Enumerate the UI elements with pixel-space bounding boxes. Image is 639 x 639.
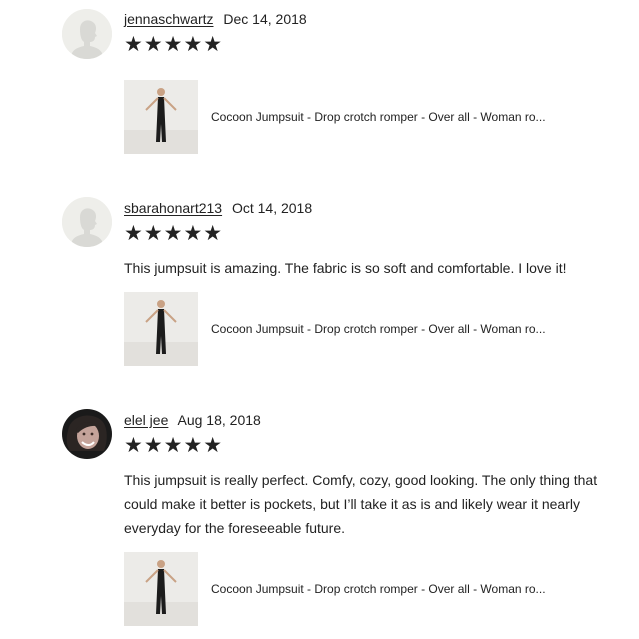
review-date: Aug 18, 2018 [177,412,261,428]
review-date: Dec 14, 2018 [223,11,307,27]
product-title-link[interactable]: Cocoon Jumpsuit - Drop crotch romper - O… [211,581,581,597]
user-photo-icon [62,409,112,459]
star-rating: ★★★★★ [124,434,224,457]
product-photo-icon [124,552,198,626]
avatar[interactable] [62,409,112,459]
product-thumbnail[interactable] [124,292,198,366]
review-meta: sbarahonart213 Oct 14, 2018 [124,199,312,217]
user-silhouette-icon [62,197,112,247]
reviewer-username[interactable]: jennaschwartz [124,11,214,27]
review-text: This jumpsuit is amazing. The fabric is … [124,260,567,276]
star-rating: ★★★★★ [124,33,224,56]
product-photo-icon [124,292,198,366]
star-rating: ★★★★★ [124,222,224,245]
review-meta: jennaschwartz Dec 14, 2018 [124,10,307,28]
avatar[interactable] [62,197,112,247]
product-photo-icon [124,80,198,154]
reviewer-username[interactable]: elel jee [124,412,168,428]
reviewer-username[interactable]: sbarahonart213 [124,200,222,216]
product-title-link[interactable]: Cocoon Jumpsuit - Drop crotch romper - O… [211,321,581,337]
product-thumbnail[interactable] [124,552,198,626]
avatar[interactable] [62,9,112,59]
review-meta: elel jee Aug 18, 2018 [124,411,261,429]
product-thumbnail[interactable] [124,80,198,154]
review-text: This jumpsuit is really perfect. Comfy, … [124,472,598,536]
user-silhouette-icon [62,9,112,59]
product-title-link[interactable]: Cocoon Jumpsuit - Drop crotch romper - O… [211,109,581,125]
review-date: Oct 14, 2018 [231,200,313,216]
